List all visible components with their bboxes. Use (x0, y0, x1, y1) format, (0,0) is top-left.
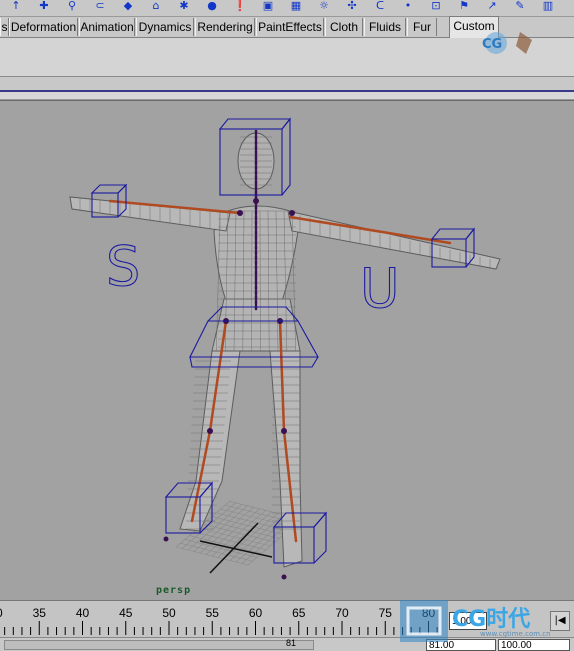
tab-fluids[interactable]: Fluids (364, 18, 406, 36)
perspective-viewport[interactable]: S U persp (0, 100, 574, 601)
range-bar[interactable] (4, 640, 314, 650)
tab-animation[interactable]: Animation (79, 18, 135, 36)
time-tick-label: 45 (119, 606, 132, 620)
rig-tool-icon[interactable]: ⌂ (148, 0, 164, 12)
wrap-icon[interactable]: ⊡ (428, 0, 444, 12)
brush-icon[interactable]: ✎ (512, 0, 528, 12)
sphere-icon[interactable]: ● (204, 0, 220, 12)
dot-icon[interactable]: • (400, 0, 416, 12)
time-tick-label: 75 (379, 606, 392, 620)
grid-icon[interactable]: ▦ (288, 0, 304, 12)
move-tool-icon[interactable]: ✚ (36, 0, 52, 12)
tab-s[interactable]: s (0, 18, 9, 36)
select-tool-icon[interactable]: ↑ (8, 0, 24, 12)
tab-cloth[interactable]: Cloth (325, 18, 363, 36)
render-icon[interactable]: ▣ (260, 0, 276, 12)
character-wireframe[interactable] (70, 133, 500, 567)
range-end-label: 81 (286, 638, 296, 648)
cluster-icon[interactable]: ✣ (344, 0, 360, 12)
bend-icon[interactable]: ᑕ (372, 0, 388, 12)
time-tick-label: 70 (335, 606, 348, 620)
pole-vector-right-label: U (360, 257, 400, 320)
playblast-icon[interactable]: ▥ (540, 0, 556, 12)
pointer-icon[interactable]: ↗ (484, 0, 500, 12)
info-icon[interactable]: ❗ (232, 0, 248, 12)
logo-watermark-top: CG (474, 28, 544, 58)
panel-menu-frame (0, 90, 574, 100)
tab-rendering[interactable]: Rendering (195, 18, 255, 36)
camera-name-label: persp (156, 585, 191, 596)
time-tick-label: 65 (292, 606, 305, 620)
watermark-brand: CG时代 (452, 601, 530, 633)
scene-svg[interactable]: S U (0, 101, 574, 601)
time-tick-label: 40 (76, 606, 89, 620)
tab-painteffects[interactable]: PaintEffects (256, 18, 324, 36)
watermark-url: www.cgtime.com.cn (480, 630, 551, 638)
tab-deformation[interactable]: Deformation (9, 18, 78, 36)
svg-text:CG: CG (482, 37, 502, 52)
tab-dynamics[interactable]: Dynamics (136, 18, 194, 36)
panel-gap (0, 77, 574, 90)
flag-icon[interactable]: ⚑ (456, 0, 472, 12)
time-tick-label: 60 (249, 606, 262, 620)
time-tick-label: 55 (206, 606, 219, 620)
shelf-icon-bar: ↑ ✚ ⚲ ⊂ ◆ ⌂ ✱ ● ❗ ▣ ▦ ☼ ✣ ᑕ • ⊡ ⚑ ↗ ✎ ▥ (0, 0, 574, 17)
spark-icon[interactable]: ✱ (176, 0, 192, 12)
skeleton[interactable] (110, 131, 450, 580)
time-tick-label: 35 (33, 606, 46, 620)
tab-fur[interactable]: Fur (407, 18, 437, 36)
paint-tool-icon[interactable]: ◆ (120, 0, 136, 12)
curve-tool-icon[interactable]: ⊂ (92, 0, 108, 12)
pole-vector-left-label: S (106, 235, 140, 298)
light-icon[interactable]: ☼ (316, 0, 332, 12)
time-tick-label: 50 (162, 606, 175, 620)
joint-tool-icon[interactable]: ⚲ (64, 0, 80, 12)
time-tick-label: 30 (0, 606, 3, 620)
